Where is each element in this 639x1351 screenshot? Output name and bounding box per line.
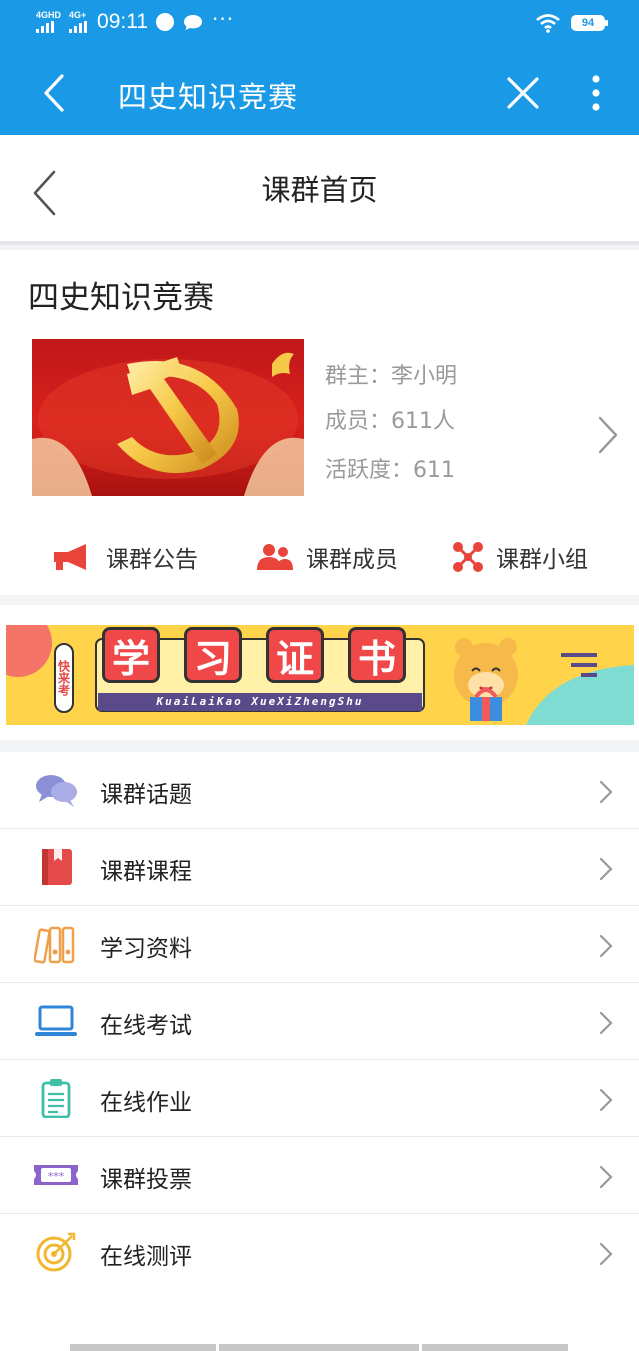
banner-title: 学 习 证 书 [102,627,406,683]
menu-item-materials[interactable]: 学习资料 [0,906,639,983]
group-cover-image [32,339,304,496]
speed-icon [156,13,175,31]
chevron-right-icon [599,1088,613,1112]
chevron-right-icon [599,1165,613,1189]
network-label-2: 4G+ [69,10,87,20]
quick-action-label: 课群成员 [306,547,398,573]
ticket-icon: *** [34,1165,78,1185]
top-app-bar: 四史知识竞赛 [0,50,639,135]
group-activity: 活跃度：611 [325,458,455,483]
laptop-icon [35,1005,77,1036]
menu-item-label: 在线测评 [100,1244,192,1270]
group-name: 四史知识竞赛 [28,280,214,316]
banner-side-badge: 快来考 [54,643,74,713]
menu-item-label: 课群投票 [100,1167,192,1193]
chevron-right-icon [599,857,613,881]
target-icon [36,1232,76,1272]
svg-text:***: *** [48,1170,65,1183]
chevron-right-icon [599,934,613,958]
bottom-tab-hint [0,1344,639,1351]
quick-action-announcement[interactable]: 课群公告 [50,540,198,574]
bottom-spacer [0,1286,639,1351]
banner-title-char: 书 [348,627,406,683]
quick-action-label: 课群公告 [106,547,198,573]
quick-action-label: 课群小组 [496,547,588,573]
chat-bubbles-icon [36,775,77,807]
party-emblem-image [32,352,304,496]
group-members-count: 成员：611人 [325,409,455,434]
close-icon[interactable] [506,76,540,110]
network-icon [453,542,483,572]
menu-item-label: 课群课程 [100,859,192,885]
status-bar: 4GHD 4G+ 09:11 ··· 94 [0,0,639,50]
promo-banner[interactable]: 快来考 学 习 证 书 KuaiLaiKao XueXiZhengShu [0,605,639,740]
megaphone-icon [54,544,86,570]
network-label-1: 4GHD [36,10,62,20]
more-vertical-icon[interactable] [590,74,602,112]
banner-subtitle: KuaiLaiKao XueXiZhengShu [98,693,422,711]
chevron-right-icon [599,1242,613,1266]
menu-item-label: 学习资料 [100,936,192,962]
wifi-icon [536,14,560,33]
members-icon [257,544,293,570]
book-icon [42,849,72,885]
message-icon [184,15,203,30]
menu-item-vote[interactable]: *** 课群投票 [0,1137,639,1214]
notification-dots: ··· [212,7,235,31]
signal-1: 4GHD [36,11,61,33]
certificate-banner[interactable]: 快来考 学 习 证 书 KuaiLaiKao XueXiZhengShu [6,625,634,725]
banner-title-char: 证 [266,627,324,683]
signal-2: 4G+ [69,10,88,33]
banner-side-text: 快来考 [56,660,71,696]
menu-item-topics[interactable]: 课群话题 [0,752,639,829]
menu-item-assessment[interactable]: 在线测评 [0,1214,639,1290]
page-title: 课群首页 [261,173,378,207]
banner-title-char: 习 [184,627,242,683]
menu-item-label: 在线作业 [100,1090,192,1116]
menu-item-courses[interactable]: 课群课程 [0,829,639,906]
group-owner: 群主：李小明 [325,364,458,389]
chevron-right-icon [599,1011,613,1035]
chevron-right-icon [599,780,613,804]
battery-indicator: 94 [571,15,608,31]
banner-title-char: 学 [102,627,160,683]
quick-action-members[interactable]: 课群成员 [256,540,398,574]
menu-item-homework[interactable]: 在线作业 [0,1060,639,1137]
group-card[interactable]: 四史知识竞赛 群主：李小明 成员：611人 活跃度：611 课群公告 课群成员 … [0,250,639,595]
menu-item-label: 课群话题 [100,782,192,808]
chevron-left-icon[interactable] [40,72,70,114]
menu-item-exam[interactable]: 在线考试 [0,983,639,1060]
page-header: 课群首页 [0,135,639,245]
clock: 09:11 [97,10,149,33]
menu-item-label: 在线考试 [100,1013,192,1039]
app-title: 四史知识竞赛 [118,80,299,114]
feature-menu: 课群话题 课群课程 学习资料 在线考试 在线作业 *** 课群投票 在线测评 [0,752,639,1290]
quick-action-subgroups[interactable]: 课群小组 [452,540,588,574]
binders-icon [34,926,75,964]
clipboard-icon [41,1079,71,1118]
chevron-right-icon[interactable] [595,414,621,456]
